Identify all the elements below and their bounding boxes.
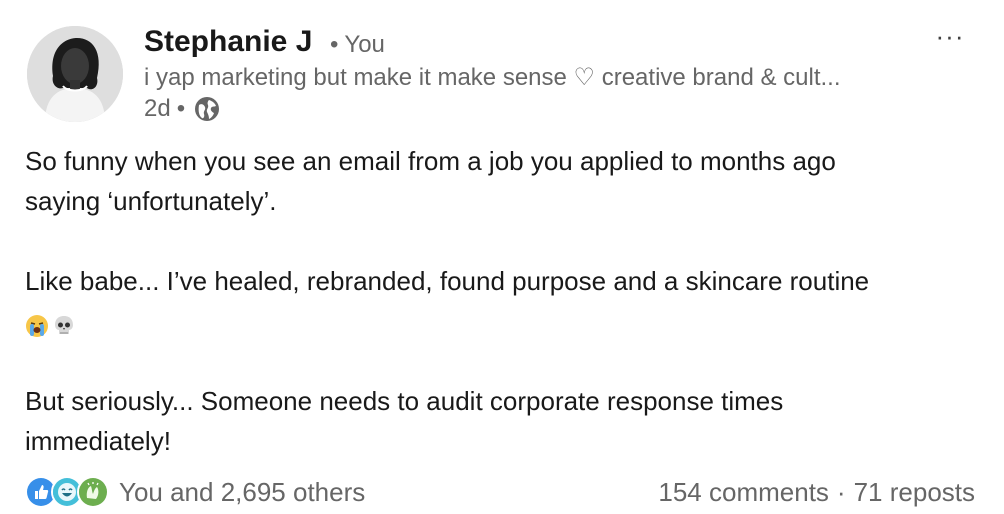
meta-separator: • xyxy=(176,95,186,122)
emoji-row xyxy=(25,301,985,341)
post-text-line: So funny when you see an email from a jo… xyxy=(25,146,836,176)
loudly-crying-face-emoji xyxy=(25,309,49,337)
avatar-photo xyxy=(27,26,123,122)
skull-emoji xyxy=(52,309,76,334)
post-body: So funny when you see an email from a jo… xyxy=(25,141,985,461)
reaction-icons xyxy=(25,476,109,508)
feed-post: Stephanie J • You i yap marketing but mak… xyxy=(0,0,1004,514)
more-options-button[interactable]: ··· xyxy=(928,18,972,54)
post-text-line: immediately! xyxy=(25,426,171,456)
author-headline: i yap marketing but make it make sense ♡… xyxy=(144,64,841,91)
social-counts-bar: You and 2,695 others 154 comments · 71 r… xyxy=(25,472,975,512)
globe-icon xyxy=(194,96,220,122)
reposts-count-link[interactable]: 71 reposts xyxy=(854,477,975,508)
celebrate-icon xyxy=(77,476,109,508)
post-text-line: Like babe... I’ve healed, rebranded, fou… xyxy=(25,266,870,296)
engagement-counts: 154 comments · 71 reposts xyxy=(658,477,975,508)
you-badge: • You xyxy=(330,30,385,60)
post-meta: 2d • xyxy=(144,94,220,124)
comments-count-link[interactable]: 154 comments xyxy=(658,477,829,508)
name-separator: • xyxy=(330,31,339,58)
author-name[interactable]: Stephanie J xyxy=(144,24,312,60)
counts-separator: · xyxy=(836,476,846,507)
post-text-line: saying ‘unfortunately’. xyxy=(25,186,277,216)
post-time: 2d xyxy=(144,95,171,122)
you-label: You xyxy=(344,31,385,58)
reactions-count: You and 2,695 others xyxy=(119,476,366,507)
author-avatar[interactable] xyxy=(27,26,123,122)
reactions-summary[interactable]: You and 2,695 others xyxy=(25,476,365,508)
post-text-line: But seriously... Someone needs to audit … xyxy=(25,386,784,416)
